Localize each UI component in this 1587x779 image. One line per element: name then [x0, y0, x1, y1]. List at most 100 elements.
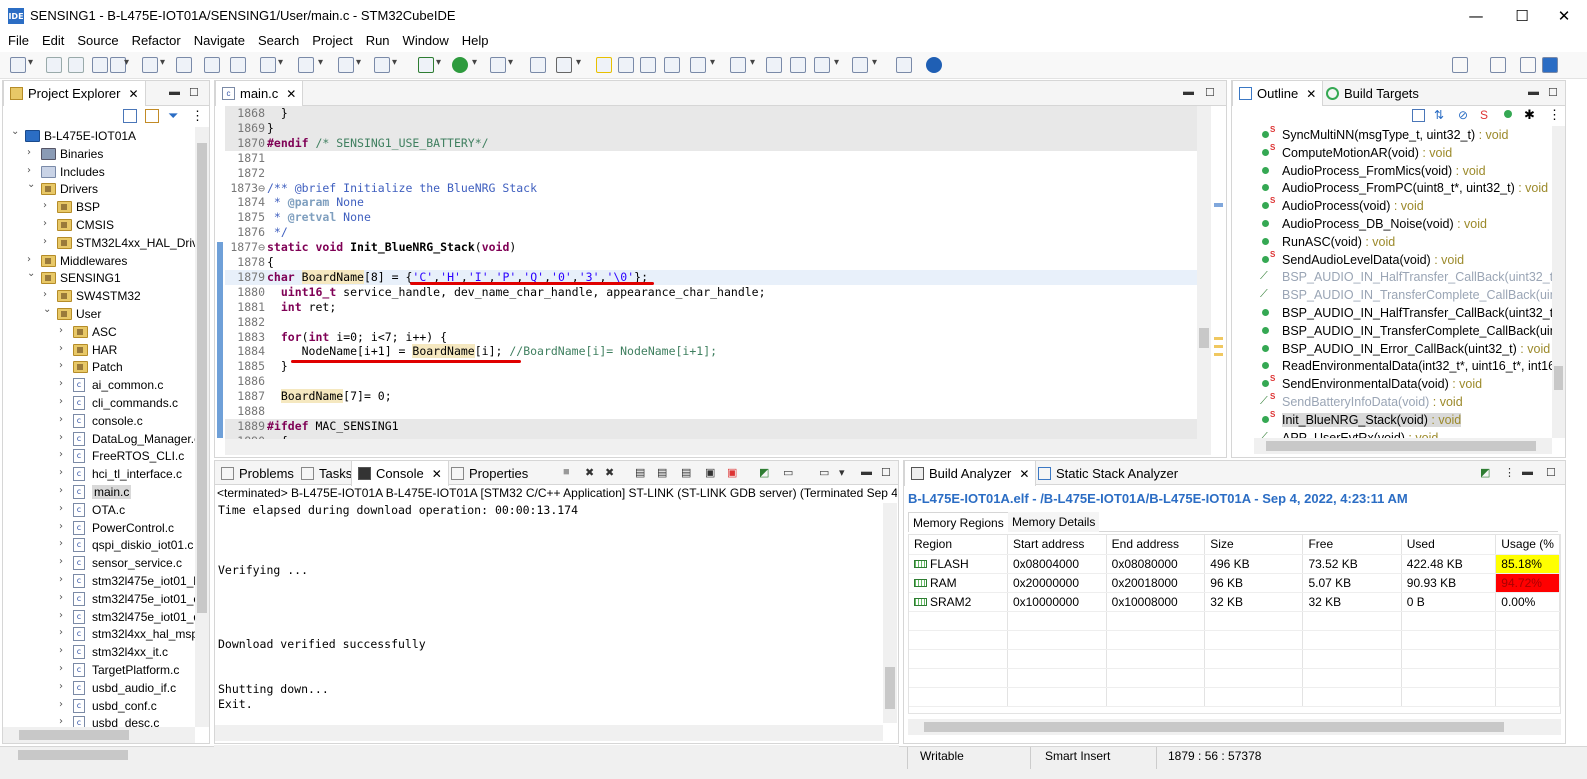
outline-item[interactable]: S AudioProcess(void) : void: [1254, 196, 1552, 215]
code-line[interactable]: 1879 char BoardName[8] = {'C','H','I','P'…: [225, 269, 1210, 285]
overview-ruler[interactable]: [1211, 106, 1226, 439]
minimize-icon[interactable]: ▬: [1522, 466, 1533, 478]
minimize-icon[interactable]: ▬: [1528, 86, 1539, 98]
hide-fields-icon[interactable]: ⊘: [1458, 108, 1468, 122]
view-menu-icon[interactable]: ⋮: [191, 108, 204, 124]
build-icon[interactable]: [142, 57, 158, 73]
minimize-button[interactable]: —: [1453, 0, 1499, 31]
code-line[interactable]: 1889 #ifdef MAC_SENSING1: [225, 418, 1210, 434]
bottom-hscrollbar[interactable]: [214, 745, 899, 761]
filter-icon[interactable]: ⏷: [168, 108, 178, 124]
chevron-right-icon[interactable]: ›: [59, 556, 69, 567]
debug-icon[interactable]: [418, 57, 434, 73]
code-line[interactable]: 1883 for(int i=0; i<7; i++) {: [225, 330, 1210, 345]
code-line[interactable]: 1884 NodeName[i+1] = BoardName[i]; //Boa…: [225, 344, 1210, 359]
tree-item[interactable]: ⌄ Drivers: [3, 179, 195, 198]
maximize-button[interactable]: ☐: [1499, 0, 1545, 31]
tree-item[interactable]: › Includes: [3, 163, 195, 181]
tree-item[interactable]: › c stm32l475e_iot01_q: [3, 608, 195, 626]
code-line[interactable]: 1878{: [225, 255, 1210, 270]
tree-item[interactable]: › c stm32l475e_iot01_l: [3, 572, 195, 590]
outline-item[interactable]: S SendAudioLevelData(void) : void: [1254, 250, 1552, 269]
outline-item[interactable]: S SyncMultiNN(msgType_t, uint32_t) : void: [1254, 126, 1552, 144]
link-editor-icon[interactable]: [145, 109, 159, 123]
chevron-right-icon[interactable]: ›: [59, 538, 69, 549]
word-wrap-icon[interactable]: ▤: [681, 466, 691, 479]
close-icon[interactable]: ✕: [286, 87, 296, 101]
outline-item[interactable]: BSP_AUDIO_IN_Error_CallBack(uint32_t) : …: [1254, 340, 1552, 358]
menu-window[interactable]: Window: [395, 31, 454, 48]
close-icon[interactable]: ✕: [128, 87, 138, 101]
outline-item[interactable]: ⟋ BSP_AUDIO_IN_TransferComplete_CallBack(…: [1254, 286, 1552, 304]
chevron-right-icon[interactable]: ›: [59, 503, 69, 514]
back-icon[interactable]: [814, 57, 830, 73]
outline-item[interactable]: ⟋ APP_UserEvtRx(void) : void: [1254, 429, 1552, 438]
outline-item[interactable]: ReadEnvironmentalData(int32_t*, uint16_t…: [1254, 357, 1552, 375]
dropdown-icon[interactable]: ▾: [710, 57, 718, 73]
sort-icon[interactable]: ⇅: [1434, 108, 1444, 122]
menu-edit[interactable]: Edit: [34, 31, 69, 48]
col-start-address[interactable]: Start address: [1007, 535, 1107, 555]
tree-item[interactable]: › BSP: [3, 198, 195, 216]
dropdown-icon[interactable]: ▾: [508, 57, 516, 73]
outline-vscrollbar[interactable]: [1552, 126, 1565, 438]
chevron-right-icon[interactable]: ›: [27, 254, 37, 265]
search-icon[interactable]: [556, 57, 572, 73]
tree-item[interactable]: › Binaries: [3, 145, 195, 163]
highlight-icon[interactable]: [596, 57, 612, 73]
outline-item[interactable]: BSP_AUDIO_IN_TransferComplete_CallBack(u…: [1254, 322, 1552, 340]
col-region[interactable]: Region: [909, 535, 1008, 555]
chevron-right-icon[interactable]: ›: [43, 289, 53, 300]
chevron-right-icon[interactable]: ›: [43, 200, 53, 211]
open-type-icon[interactable]: [530, 57, 546, 73]
chevron-right-icon[interactable]: ›: [59, 485, 69, 496]
tree-item[interactable]: › c usbd_audio_if.c: [3, 679, 195, 697]
outline-item[interactable]: ⟋ BSP_AUDIO_IN_HalfTransfer_CallBack(uint…: [1254, 268, 1552, 286]
display-console-icon[interactable]: ▭: [783, 466, 793, 479]
close-icon[interactable]: ✕: [1019, 467, 1029, 481]
tab-tasks[interactable]: Tasks: [295, 461, 358, 486]
code-line[interactable]: 1869}: [225, 120, 1210, 136]
analyzer-hscrollbar[interactable]: [908, 719, 1561, 735]
save-all-icon[interactable]: [68, 57, 84, 73]
chevron-right-icon[interactable]: ›: [59, 610, 69, 621]
show-whitespace-icon[interactable]: [664, 57, 680, 73]
toggle-mark-icon[interactable]: [618, 57, 634, 73]
pin-console-icon[interactable]: ◩: [759, 466, 769, 479]
col-end-address[interactable]: End address: [1106, 535, 1206, 555]
view-menu-icon[interactable]: ⋮: [1504, 466, 1515, 479]
block-select-icon[interactable]: [640, 57, 656, 73]
tree-item[interactable]: › c main.c: [3, 483, 195, 501]
explorer-vscrollbar[interactable]: [195, 127, 209, 727]
maximize-icon[interactable]: ☐: [1548, 86, 1558, 99]
outline-item[interactable]: AudioProcess_DB_Noise(void) : void: [1254, 215, 1552, 233]
maximize-icon[interactable]: ☐: [1205, 86, 1215, 99]
hide-nonpublic-icon[interactable]: [1504, 110, 1512, 118]
minimize-icon[interactable]: ▬: [169, 86, 180, 98]
code-line[interactable]: 1871: [225, 151, 1210, 166]
editor-hscrollbar[interactable]: [225, 439, 1211, 455]
table-row[interactable]: FLASH 0x08004000 0x08080000 496 KB 73.52 KB 4…: [909, 554, 1560, 574]
chevron-right-icon[interactable]: ›: [59, 699, 69, 710]
menu-search[interactable]: Search: [250, 31, 304, 48]
tab-project-explorer[interactable]: Project Explorer ✕: [3, 81, 146, 106]
tab-main-c[interactable]: c main.c ✕: [215, 81, 304, 106]
chevron-right-icon[interactable]: ›: [59, 663, 69, 674]
tree-item[interactable]: › Patch: [3, 358, 195, 376]
dropdown-icon[interactable]: ▾: [872, 57, 880, 73]
dropdown-icon[interactable]: ▾: [318, 57, 326, 73]
explorer-hscrollbar[interactable]: [3, 727, 195, 743]
code-line[interactable]: 1875 * @retval None: [225, 210, 1210, 225]
subtab-memory-details[interactable]: Memory Details: [1008, 512, 1100, 532]
chevron-right-icon[interactable]: ›: [59, 343, 69, 354]
code-line[interactable]: 1880 uint16_t service_handle, dev_name_c…: [225, 285, 1210, 300]
tree-item[interactable]: › c ai_common.c: [3, 376, 195, 394]
chevron-right-icon[interactable]: ›: [59, 627, 69, 638]
chevron-right-icon[interactable]: ›: [43, 236, 53, 247]
maximize-icon[interactable]: ☐: [189, 86, 199, 99]
code-line[interactable]: 1877⊖ static void Init_BlueNRG_Stack(void…: [225, 240, 1210, 255]
last-edit-icon[interactable]: [766, 57, 782, 73]
outline-item[interactable]: AudioProcess_FromPC(uint8_t*, uint32_t) …: [1254, 179, 1552, 197]
chevron-right-icon[interactable]: ›: [27, 147, 37, 158]
search-icon[interactable]: [1452, 57, 1468, 73]
